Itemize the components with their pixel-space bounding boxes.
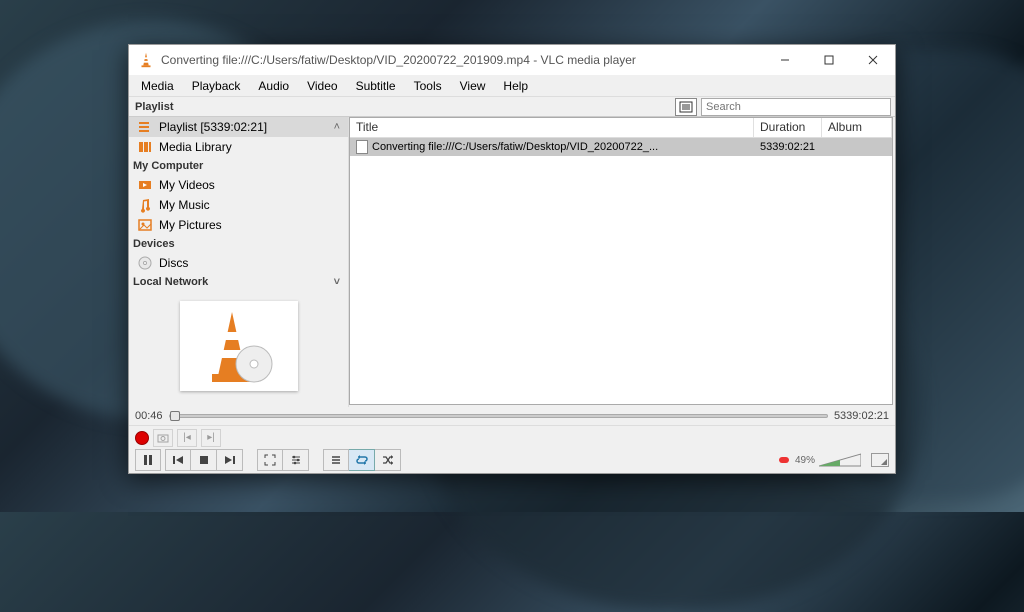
chevron-up-icon: ˄	[334, 121, 344, 133]
sidebar-item-label: My Music	[159, 198, 210, 212]
stop-button[interactable]	[191, 449, 217, 471]
media-library-icon	[137, 139, 153, 155]
playlist-label: Playlist	[129, 101, 349, 113]
sidebar-item-playlist[interactable]: Playlist [5339:02:21] ˄	[129, 117, 348, 137]
sidebar-item-label: Playlist [5339:02:21]	[159, 120, 267, 134]
playlist-toggle-button[interactable]	[323, 449, 349, 471]
controls-bar: |◂ ▸|	[129, 425, 895, 473]
menu-audio[interactable]: Audio	[250, 77, 297, 95]
menu-media[interactable]: Media	[133, 77, 182, 95]
snapshot-button[interactable]	[153, 429, 173, 447]
pause-button[interactable]	[135, 449, 161, 471]
vlc-window: Converting file:///C:/Users/fatiw/Deskto…	[128, 44, 896, 474]
window-title: Converting file:///C:/Users/fatiw/Deskto…	[161, 53, 763, 67]
seek-slider[interactable]	[169, 414, 828, 418]
search-input[interactable]	[701, 98, 891, 116]
menubar: Media Playback Audio Video Subtitle Tool…	[129, 75, 895, 97]
column-headers: Title Duration Album	[350, 118, 892, 138]
sidebar-item-media-library[interactable]: Media Library	[129, 137, 348, 157]
menu-help[interactable]: Help	[495, 77, 536, 95]
frame-back-button[interactable]: |◂	[177, 429, 197, 447]
menu-video[interactable]: Video	[299, 77, 345, 95]
view-toggle-button[interactable]	[675, 98, 697, 116]
menu-view[interactable]: View	[452, 77, 494, 95]
album-art-thumbnail[interactable]	[180, 301, 298, 391]
next-button[interactable]	[217, 449, 243, 471]
sidebar-item-label: My Pictures	[159, 218, 222, 232]
column-title[interactable]: Title	[350, 118, 754, 137]
extended-settings-button[interactable]	[283, 449, 309, 471]
menu-subtitle[interactable]: Subtitle	[348, 77, 404, 95]
time-elapsed[interactable]: 00:46	[135, 410, 163, 422]
file-icon	[356, 140, 368, 154]
row-duration: 5339:02:21	[754, 141, 822, 153]
music-icon	[137, 197, 153, 213]
loop-button[interactable]	[349, 449, 375, 471]
fullscreen-button[interactable]	[257, 449, 283, 471]
row-title: Converting file:///C:/Users/fatiw/Deskto…	[372, 141, 658, 153]
album-art-area	[129, 291, 348, 395]
sidebar-item-label: Discs	[159, 256, 188, 270]
pictures-icon	[137, 217, 153, 233]
playlist-view: Title Duration Album Converting file:///…	[349, 117, 893, 405]
sidebar-item-discs[interactable]: Discs	[129, 253, 348, 273]
volume-slider[interactable]	[819, 452, 861, 468]
playlist-icon	[137, 119, 153, 135]
maximize-button[interactable]	[807, 45, 851, 75]
column-album[interactable]: Album	[822, 118, 892, 137]
previous-button[interactable]	[165, 449, 191, 471]
sidebar: Playlist [5339:02:21] ˄ Media Library My…	[129, 117, 349, 407]
frame-step-button[interactable]: ▸|	[201, 429, 221, 447]
volume-percent: 49%	[795, 455, 815, 466]
shuffle-button[interactable]	[375, 449, 401, 471]
resize-grip-icon[interactable]	[871, 453, 889, 467]
column-duration[interactable]: Duration	[754, 118, 822, 137]
disc-icon	[137, 255, 153, 271]
record-button[interactable]	[135, 431, 149, 445]
time-total[interactable]: 5339:02:21	[834, 410, 889, 422]
titlebar[interactable]: Converting file:///C:/Users/fatiw/Deskto…	[129, 45, 895, 75]
chevron-down-icon: ˅	[334, 276, 344, 288]
sidebar-item-label: My Videos	[159, 178, 215, 192]
vlc-cone-icon	[137, 51, 155, 69]
seek-bar-row: 00:46 5339:02:21	[129, 407, 895, 425]
recording-indicator-icon	[779, 457, 789, 463]
menu-playback[interactable]: Playback	[184, 77, 249, 95]
playlist-row[interactable]: Converting file:///C:/Users/fatiw/Deskto…	[350, 138, 892, 156]
seek-thumb[interactable]	[170, 411, 180, 421]
sidebar-header-my-computer[interactable]: My Computer	[129, 157, 348, 175]
video-icon	[137, 177, 153, 193]
sidebar-item-label: Media Library	[159, 140, 232, 154]
sidebar-item-my-pictures[interactable]: My Pictures	[129, 215, 348, 235]
sidebar-item-my-music[interactable]: My Music	[129, 195, 348, 215]
close-button[interactable]	[851, 45, 895, 75]
sidebar-item-my-videos[interactable]: My Videos	[129, 175, 348, 195]
minimize-button[interactable]	[763, 45, 807, 75]
sidebar-header-devices[interactable]: Devices	[129, 235, 348, 253]
menu-tools[interactable]: Tools	[406, 77, 450, 95]
top-strip: Playlist	[129, 97, 895, 117]
sidebar-header-local-network[interactable]: Local Network ˅	[129, 273, 348, 291]
